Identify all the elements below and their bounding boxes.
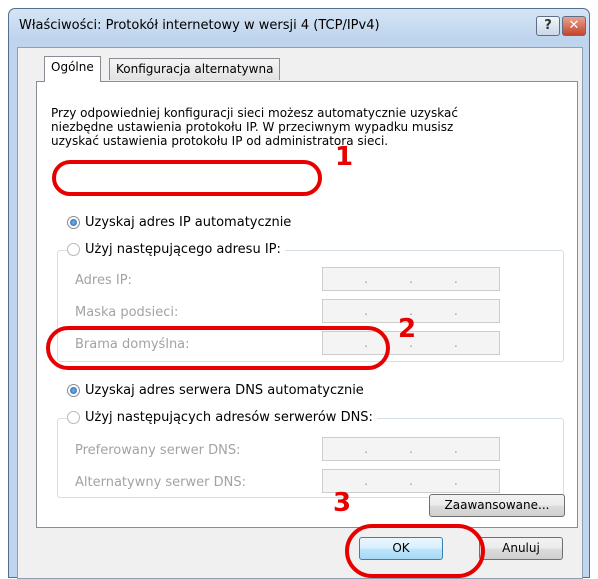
- window-title: Właściwości: Protokół internetowy w wers…: [19, 18, 380, 33]
- ok-button[interactable]: OK: [359, 537, 443, 560]
- description-text: Przy odpowiedniej konfiguracji sieci moż…: [51, 106, 458, 148]
- ip-address-input[interactable]: ...: [322, 267, 500, 291]
- ip-address-label: Adres IP:: [75, 273, 132, 288]
- general-tab-panel: Przy odpowiedniej konfiguracji sieci moż…: [36, 81, 578, 528]
- obtain-dns-auto-radio[interactable]: [67, 384, 80, 397]
- callout-number-3: 3: [333, 488, 352, 518]
- obtain-ip-auto-option[interactable]: Uzyskaj adres IP automatycznie: [67, 215, 291, 230]
- obtain-dns-auto-option[interactable]: Uzyskaj adres serwera DNS automatycznie: [67, 383, 364, 398]
- preferred-dns-input[interactable]: ...: [322, 437, 500, 461]
- title-bar[interactable]: Właściwości: Protokół internetowy w wers…: [9, 9, 589, 41]
- alternate-dns-label: Alternatywny serwer DNS:: [75, 475, 246, 490]
- help-button[interactable]: ?: [536, 16, 560, 36]
- tab-general[interactable]: Ogólne: [44, 56, 101, 82]
- tab-alternate-configuration[interactable]: Konfiguracja alternatywna: [109, 58, 281, 80]
- preferred-dns-label: Preferowany serwer DNS:: [75, 443, 241, 458]
- dialog-client-area: Ogólne Konfiguracja alternatywna Przy od…: [17, 47, 583, 579]
- use-following-ip-label: Użyj następującego adresu IP:: [85, 242, 281, 257]
- callout-number-1: 1: [335, 142, 354, 172]
- use-following-dns-label: Użyj następujących adresów serwerów DNS:: [85, 410, 373, 425]
- obtain-ip-auto-label: Uzyskaj adres IP automatycznie: [85, 215, 292, 230]
- advanced-button[interactable]: Zaawansowane...: [429, 494, 565, 517]
- use-following-dns-option[interactable]: Użyj następujących adresów serwerów DNS:: [67, 410, 377, 425]
- close-button[interactable]: ✕: [562, 16, 586, 36]
- callout-number-2: 2: [398, 314, 417, 344]
- use-following-ip-option[interactable]: Użyj następującego adresu IP:: [67, 242, 285, 257]
- default-gateway-label: Brama domyślna:: [75, 337, 190, 352]
- obtain-dns-auto-label: Uzyskaj adres serwera DNS automatycznie: [85, 383, 364, 398]
- subnet-mask-label: Maska podsieci:: [75, 305, 179, 320]
- use-following-dns-radio[interactable]: [67, 411, 80, 424]
- cancel-button[interactable]: Anuluj: [479, 537, 563, 560]
- use-following-ip-radio[interactable]: [67, 243, 80, 256]
- obtain-ip-auto-radio[interactable]: [67, 216, 80, 229]
- properties-dialog: Właściwości: Protokół internetowy w wers…: [8, 8, 590, 579]
